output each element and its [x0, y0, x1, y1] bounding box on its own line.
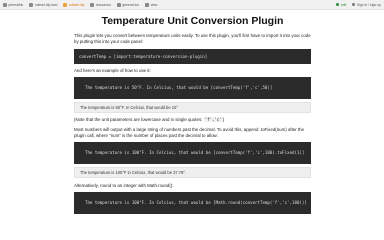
example-code-block[interactable]: The temperature is 50°F. In Celcius, tha… [74, 77, 311, 99]
user-icon [352, 3, 356, 6]
signin-label: Sign in / sign up [356, 2, 381, 7]
nav-label: ruleset.dly.mod [34, 2, 58, 7]
nav-item-permalink[interactable]: permalink [3, 2, 24, 7]
round-code-block[interactable]: The temperature is 100°F. In Celcius, th… [74, 192, 311, 214]
fixed-code-block[interactable]: The temperature is 100°F. In Celcius, th… [74, 142, 311, 164]
nav-item-view[interactable]: view [145, 2, 158, 7]
example-intro: And here's an example of how to use it: [74, 68, 151, 73]
import-code-block[interactable]: convertTemp = [import:temperature-conver… [74, 49, 311, 64]
note-paragraph: (Note that the unit parameters are lower… [74, 117, 311, 123]
top-nav-bar: permalink ruleset.dly.mod ruleset.dly re… [0, 0, 384, 10]
nav-item-general-toc[interactable]: general.toc [116, 2, 140, 7]
file-icon [29, 2, 34, 7]
nav-label: ruleset.dly [68, 2, 85, 7]
link-icon [3, 2, 7, 7]
note-suffix: ) [222, 117, 225, 122]
fixed-output: The temperature is 100°F in Celcius, tha… [74, 167, 311, 178]
nav-label: resources [95, 2, 111, 7]
file-icon [63, 2, 68, 7]
signin-link[interactable]: Sign in / sign up [352, 3, 381, 7]
page-title: Temperature Unit Conversion Plugin [101, 15, 284, 27]
eye-icon [145, 2, 150, 7]
nav-item-ruleset[interactable]: ruleset.dly [63, 2, 85, 7]
list-icon [116, 2, 121, 7]
edit-icon [336, 3, 340, 6]
folder-icon [90, 2, 95, 7]
edit-button[interactable]: edit [336, 3, 346, 7]
intro-paragraph: This plugin lets you convert between tem… [74, 33, 311, 44]
edit-label: edit [340, 2, 347, 7]
example-output: The temperature is 50°F. In Celcius, tha… [74, 102, 311, 113]
nav-label: general.toc [122, 2, 140, 7]
nav-item-ruleset-mod[interactable]: ruleset.dly.mod [29, 2, 58, 7]
nav-label: permalink [8, 2, 24, 7]
nav-label: view [150, 2, 158, 7]
nav-item-resources[interactable]: resources [90, 2, 111, 7]
article-content: Temperature Unit Conversion Plugin This … [74, 10, 311, 214]
note-inline-code: 'f','c' [203, 117, 223, 122]
round-intro: Alternatively, round to an integer with … [74, 183, 174, 188]
note-prefix: (Note that the unit parameters are lower… [74, 117, 204, 122]
decimals-paragraph: Most numbers will output with a large st… [74, 127, 305, 138]
